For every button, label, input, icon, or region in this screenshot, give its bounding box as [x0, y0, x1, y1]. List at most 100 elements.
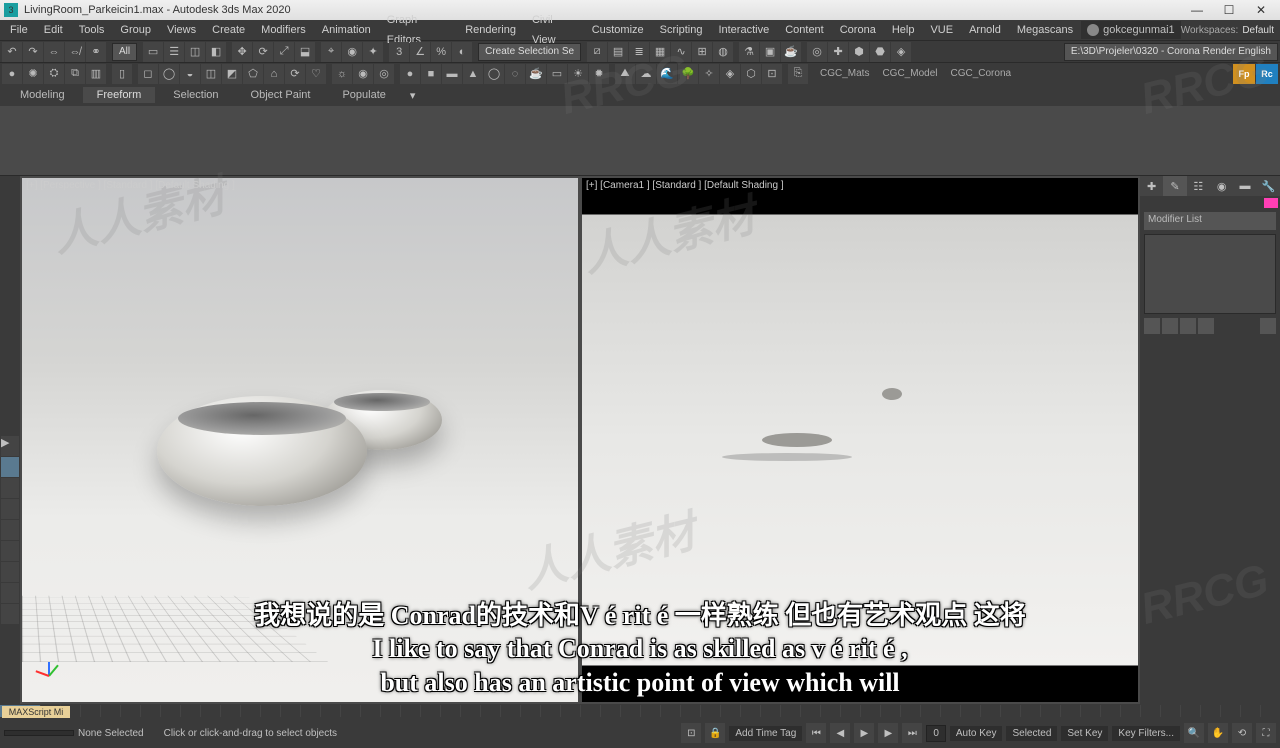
nav-pan-button[interactable]: ✋ — [1208, 723, 1228, 743]
vue-tool-7[interactable]: ⬡ — [741, 64, 761, 84]
menu-corona[interactable]: Corona — [832, 20, 884, 40]
shape-tool-6[interactable]: ◩ — [222, 64, 242, 84]
menu-animation[interactable]: Animation — [314, 20, 379, 40]
hierarchy-tab[interactable]: ☷ — [1187, 176, 1210, 196]
ribbon-tab-object-paint[interactable]: Object Paint — [237, 87, 325, 103]
unlink-button[interactable]: ⇎ — [65, 42, 85, 62]
placement-button[interactable]: ⬓ — [295, 42, 315, 62]
vue-tool-5[interactable]: ✧ — [699, 64, 719, 84]
ribbon-collapse-icon[interactable]: ▾ — [404, 89, 422, 102]
workspace-selector[interactable]: Default — [1238, 25, 1278, 36]
menu-customize[interactable]: Customize — [584, 20, 652, 40]
project-path[interactable]: E:\3D\Projeler\0320 - Corona Render Engl… — [1064, 43, 1278, 61]
nav-max-button[interactable]: ⛶ — [1256, 723, 1276, 743]
ref-coord-button[interactable]: ⌖ — [321, 42, 341, 62]
cgc-mats[interactable]: CGC_Mats — [814, 68, 875, 79]
shape-tool-3[interactable]: ◯ — [159, 64, 179, 84]
curve-editor-button[interactable]: ∿ — [671, 42, 691, 62]
shape-tool-4[interactable]: ◒ — [180, 64, 200, 84]
auto-key-button[interactable]: Auto Key — [950, 726, 1003, 741]
menu-content[interactable]: Content — [777, 20, 832, 40]
playback-play-button[interactable]: ▶ — [854, 723, 874, 743]
prim-torus[interactable]: ◯ — [484, 64, 504, 84]
display-tab[interactable]: ▬ — [1233, 176, 1256, 196]
isolate-button[interactable]: ⊡ — [681, 723, 701, 743]
shape-tool-9[interactable]: ⟳ — [285, 64, 305, 84]
corona-button-3[interactable]: ⛭ — [44, 64, 64, 84]
shape-tool-1[interactable]: ▯ — [112, 64, 132, 84]
frame-input[interactable]: 0 — [926, 725, 946, 742]
menu-vue[interactable]: VUE — [922, 20, 961, 40]
modifier-stack[interactable] — [1144, 234, 1276, 314]
forest-pack-badge[interactable]: Fp — [1233, 64, 1255, 84]
shape-tool-2[interactable]: ◻ — [138, 64, 158, 84]
vp-tab-8[interactable] — [1, 604, 19, 624]
prim-plane[interactable]: ▭ — [547, 64, 567, 84]
extra-tool-3[interactable]: ⬢ — [849, 42, 869, 62]
vue-tool-2[interactable]: ☁ — [636, 64, 656, 84]
vp-tab-3[interactable] — [1, 499, 19, 519]
viewport-label-right[interactable]: [+] [Camera1 ] [Standard ] [Default Shad… — [586, 180, 784, 191]
corona-button-4[interactable]: ⧉ — [65, 64, 85, 84]
nav-orbit-button[interactable]: ⟲ — [1232, 723, 1252, 743]
ribbon-tab-selection[interactable]: Selection — [159, 87, 232, 103]
select-object-button[interactable]: ▭ — [143, 42, 163, 62]
bridge-tool[interactable]: ⎘ — [788, 64, 808, 84]
light-tool-1[interactable]: ☼ — [332, 64, 352, 84]
render-button[interactable]: ☕ — [781, 42, 801, 62]
snap-toggle-button[interactable]: 3 — [389, 42, 409, 62]
align-button[interactable]: ▤ — [608, 42, 628, 62]
railclone-badge[interactable]: Rc — [1256, 64, 1278, 84]
named-selection-set[interactable]: Create Selection Se — [478, 43, 581, 61]
scale-button[interactable]: ⤢ — [274, 42, 294, 62]
modify-tab[interactable]: ✎ — [1163, 176, 1186, 196]
layer-button[interactable]: ≣ — [629, 42, 649, 62]
cgc-corona[interactable]: CGC_Corona — [944, 68, 1017, 79]
vp-layout-button[interactable]: ▶ — [1, 436, 19, 456]
vp-tab-6[interactable] — [1, 562, 19, 582]
menu-help[interactable]: Help — [884, 20, 923, 40]
lock-button[interactable]: 🔒 — [705, 723, 725, 743]
object-color-swatch[interactable] — [1264, 198, 1278, 208]
playback-prev-button[interactable]: ◀ — [830, 723, 850, 743]
mirror-button[interactable]: ⧄ — [587, 42, 607, 62]
vue-tool-3[interactable]: 🌊 — [657, 64, 677, 84]
spinner-snap-button[interactable]: ◐ — [452, 42, 472, 62]
select-region-button[interactable]: ◫ — [185, 42, 205, 62]
playback-next-button[interactable]: ▶ — [878, 723, 898, 743]
pivot-button[interactable]: ◉ — [342, 42, 362, 62]
key-filters-button[interactable]: Key Filters... — [1112, 726, 1180, 741]
bind-button[interactable]: ⚭ — [86, 42, 106, 62]
vp-tab-2[interactable] — [1, 478, 19, 498]
shape-tool-8[interactable]: ⌂ — [264, 64, 284, 84]
menu-rendering[interactable]: Rendering — [457, 20, 524, 40]
set-key-button[interactable]: Set Key — [1061, 726, 1108, 741]
maximize-button[interactable]: ☐ — [1214, 1, 1244, 19]
vue-tool-1[interactable]: ⛰ — [615, 64, 635, 84]
menu-create[interactable]: Create — [204, 20, 253, 40]
motion-tab[interactable]: ◉ — [1210, 176, 1233, 196]
toggle-ribbon-button[interactable]: ▦ — [650, 42, 670, 62]
ribbon-tab-modeling[interactable]: Modeling — [6, 87, 79, 103]
menu-edit[interactable]: Edit — [36, 20, 71, 40]
maxscript-listener[interactable]: MAXScript Mi — [2, 706, 70, 718]
selected-mode[interactable]: Selected — [1006, 726, 1057, 741]
vp-tab-1[interactable] — [1, 457, 19, 477]
menu-file[interactable]: File — [2, 20, 36, 40]
render-setup-button[interactable]: ⚗ — [739, 42, 759, 62]
vp-tab-5[interactable] — [1, 541, 19, 561]
menu-interactive[interactable]: Interactive — [710, 20, 777, 40]
menu-modifiers[interactable]: Modifiers — [253, 20, 314, 40]
menu-megascans[interactable]: Megascans — [1009, 20, 1081, 40]
ribbon-tab-freeform[interactable]: Freeform — [83, 87, 156, 103]
viewport-label-left[interactable]: [+] [Perspective ] [Standard ] [Default … — [26, 180, 235, 191]
select-name-button[interactable]: ☰ — [164, 42, 184, 62]
extra-tool-5[interactable]: ◈ — [891, 42, 911, 62]
corona-button-2[interactable]: ✺ — [23, 64, 43, 84]
link-button[interactable]: ⇔ — [44, 42, 64, 62]
timeline-track[interactable] — [40, 705, 1280, 717]
menu-views[interactable]: Views — [159, 20, 204, 40]
selection-filter[interactable]: All — [112, 43, 137, 61]
schematic-button[interactable]: ⊞ — [692, 42, 712, 62]
modifier-list-dropdown[interactable]: Modifier List — [1144, 212, 1276, 230]
